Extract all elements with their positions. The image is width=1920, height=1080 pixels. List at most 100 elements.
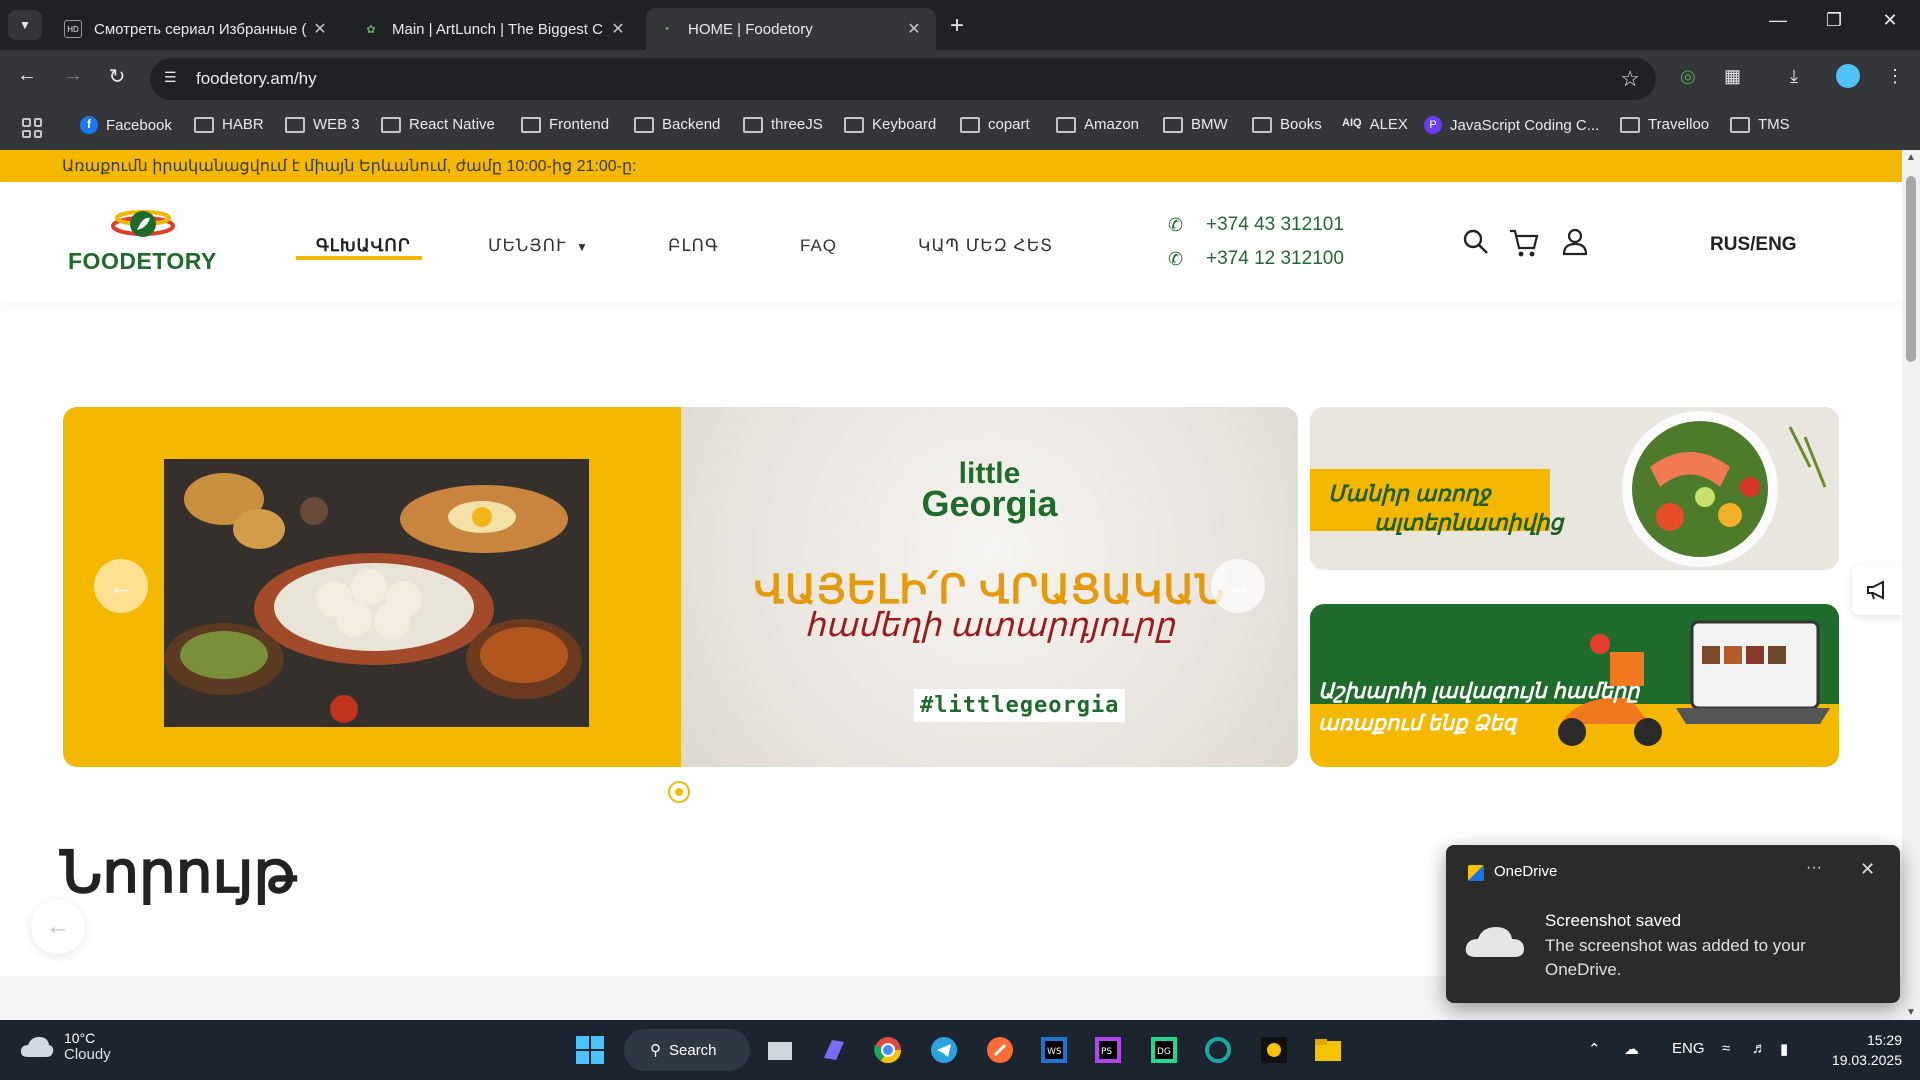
tab-serial[interactable]: HD Смотреть сериал Избранные ( ✕ bbox=[52, 8, 342, 50]
nav-blog[interactable]: ԲԼՈԳ bbox=[668, 236, 719, 256]
bookmark-alex[interactable]: AIQ ALEX bbox=[1342, 116, 1408, 133]
foodetory-logo[interactable]: FOODETORY bbox=[68, 204, 218, 274]
bookmark-travelloo[interactable]: Travelloo bbox=[1620, 116, 1709, 133]
extensions-puzzle-icon[interactable]: ▦ bbox=[1724, 66, 1741, 87]
georgian-food-photo bbox=[164, 459, 589, 727]
bookmark-amazon[interactable]: Amazon bbox=[1056, 116, 1139, 133]
taskbar-search[interactable]: ⚲ Search bbox=[624, 1029, 750, 1071]
bookmark-react-native[interactable]: React Native bbox=[381, 116, 495, 133]
slider-prev-button[interactable]: ← bbox=[94, 559, 148, 613]
onedrive-notification[interactable]: OneDrive ··· ✕ Screenshot saved The scre… bbox=[1446, 845, 1900, 1003]
bookmark-books[interactable]: Books bbox=[1252, 116, 1322, 133]
bookmark-bmw[interactable]: BMW bbox=[1163, 116, 1228, 133]
postman-icon[interactable] bbox=[982, 1032, 1018, 1068]
tab-foodetory[interactable]: • HOME | Foodetory ✕ bbox=[646, 8, 936, 50]
bookmark-star-icon[interactable]: ☆ bbox=[1620, 66, 1640, 92]
bookmark-label: copart bbox=[988, 116, 1030, 133]
slider-pagination-dot[interactable] bbox=[668, 781, 690, 803]
search-icon[interactable] bbox=[1462, 228, 1490, 261]
scroll-up-icon[interactable]: ▲ bbox=[1906, 152, 1916, 163]
announcement-side-tab[interactable] bbox=[1852, 565, 1902, 615]
tab-search-button[interactable]: ▼ bbox=[8, 10, 42, 40]
bookmark-javascript[interactable]: P JavaScript Coding C... bbox=[1424, 116, 1599, 134]
js-coding-icon: P bbox=[1424, 116, 1442, 134]
bookmark-label: Backend bbox=[662, 116, 721, 133]
onedrive-app-icon bbox=[1468, 865, 1484, 881]
bookmark-facebook[interactable]: f Facebook bbox=[80, 116, 172, 134]
phone-link-2[interactable]: ✆ +374 12 312100 bbox=[1168, 248, 1344, 270]
copilot-icon[interactable] bbox=[816, 1032, 852, 1068]
address-bar[interactable]: ☰ foodetory.am/hy ☆ bbox=[150, 58, 1656, 100]
task-view-icon[interactable] bbox=[762, 1032, 798, 1068]
nav-home[interactable]: ԳԼԽԱՎՈՐ bbox=[316, 236, 411, 256]
chrome-icon[interactable] bbox=[870, 1032, 906, 1068]
nav-contact[interactable]: ԿԱՊ ՄԵԶ ՀԵՏ bbox=[918, 236, 1053, 256]
hero-slider[interactable]: little Georgia ՎԱՅԵԼԻ՛Ր ՎՐԱՑԱԿԱՆ համեղի … bbox=[63, 407, 1298, 767]
bookmark-threejs[interactable]: threeJS bbox=[743, 116, 823, 133]
bookmark-keyboard[interactable]: Keyboard bbox=[844, 116, 936, 133]
folder-icon bbox=[743, 116, 763, 133]
scroll-down-icon[interactable]: ▼ bbox=[1906, 1007, 1916, 1018]
reload-button[interactable]: ↻ bbox=[102, 64, 132, 89]
promo-banner-delivery[interactable]: Աշխարհի լավագույն համերը առաքում ենք Ձեզ bbox=[1310, 604, 1839, 767]
bookmark-frontend[interactable]: Frontend bbox=[521, 116, 609, 133]
volume-icon[interactable]: ♬ bbox=[1752, 1040, 1767, 1057]
system-clock[interactable]: 15:29 19.03.2025 bbox=[1822, 1030, 1902, 1070]
tray-chevron-icon[interactable]: ⌃ bbox=[1588, 1040, 1601, 1058]
page-scrollbar[interactable]: ▲ ▼ bbox=[1902, 150, 1920, 1020]
windows-start-icon[interactable] bbox=[572, 1032, 608, 1068]
extension-icon[interactable]: ◎ bbox=[1680, 66, 1696, 87]
telegram-icon[interactable] bbox=[926, 1032, 962, 1068]
bookmark-web3[interactable]: WEB 3 bbox=[285, 116, 360, 133]
profile-avatar[interactable] bbox=[1836, 64, 1860, 88]
back-button[interactable]: ← bbox=[12, 64, 42, 87]
site-info-icon[interactable]: ☰ bbox=[164, 69, 177, 86]
tab-artlunch[interactable]: ✿ Main | ArtLunch | The Biggest C ✕ bbox=[350, 8, 640, 50]
bookmark-label: JavaScript Coding C... bbox=[1450, 116, 1600, 134]
logo-emblem-icon bbox=[111, 210, 175, 237]
minimize-button[interactable]: — bbox=[1758, 10, 1798, 31]
section-title-new: Նորույթ bbox=[60, 840, 297, 905]
webstorm-icon[interactable]: WS bbox=[1036, 1032, 1072, 1068]
file-explorer-icon[interactable] bbox=[1310, 1032, 1346, 1068]
language-switch[interactable]: RUS/ENG bbox=[1710, 234, 1797, 256]
onedrive-tray-icon[interactable]: ☁ bbox=[1624, 1040, 1639, 1058]
windows-taskbar: 10°C Cloudy ⚲ Search WS PS DG ⌃ ☁ ENG ≈ … bbox=[0, 1020, 1920, 1080]
nav-faq[interactable]: FAQ bbox=[800, 236, 837, 256]
close-tab-icon[interactable]: ✕ bbox=[310, 19, 330, 39]
battery-icon[interactable]: ▮ bbox=[1780, 1040, 1788, 1058]
apps-grid-icon[interactable] bbox=[22, 118, 42, 138]
bookmark-tms[interactable]: TMS bbox=[1730, 116, 1790, 133]
slider-next-button[interactable]: → bbox=[1211, 559, 1265, 613]
input-language[interactable]: ENG bbox=[1672, 1040, 1705, 1057]
download-icon[interactable]: ⤓ bbox=[1790, 66, 1798, 87]
scrollbar-thumb[interactable] bbox=[1906, 176, 1916, 362]
bookmark-habr[interactable]: HABR bbox=[194, 116, 264, 133]
close-window-button[interactable]: ✕ bbox=[1870, 10, 1910, 31]
close-tab-icon[interactable]: ✕ bbox=[904, 19, 924, 39]
carousel-prev-button[interactable]: ← bbox=[31, 900, 85, 954]
phpstorm-icon[interactable]: PS bbox=[1090, 1032, 1126, 1068]
bookmark-label: Books bbox=[1280, 116, 1322, 133]
edge-icon[interactable] bbox=[1200, 1032, 1236, 1068]
notification-close-icon[interactable]: ✕ bbox=[1860, 859, 1875, 880]
promo-banner-healthy[interactable]: Մանիր առողջ ալտերնատիվից bbox=[1310, 407, 1839, 570]
bookmark-backend[interactable]: Backend bbox=[634, 116, 720, 133]
bookmark-copart[interactable]: copart bbox=[960, 116, 1030, 133]
phone-link-1[interactable]: ✆ +374 43 312101 bbox=[1168, 214, 1344, 236]
new-tab-button[interactable]: + bbox=[950, 12, 964, 40]
bookmark-label: React Native bbox=[409, 116, 495, 133]
announcement-text: Առաքումն իրականացվում է միայն Երևանում, … bbox=[62, 158, 637, 175]
notification-more-icon[interactable]: ··· bbox=[1806, 859, 1822, 877]
weather-widget[interactable]: 10°C Cloudy bbox=[20, 1030, 111, 1063]
nav-menu[interactable]: ՄԵՆՅՈՒ ▼ bbox=[488, 236, 589, 256]
user-icon[interactable] bbox=[1562, 228, 1588, 261]
datagrip-icon[interactable]: DG bbox=[1146, 1032, 1182, 1068]
forward-button[interactable]: → bbox=[58, 64, 88, 87]
cart-icon[interactable] bbox=[1508, 228, 1540, 263]
wifi-icon[interactable]: ≈ bbox=[1722, 1040, 1730, 1057]
sunburst-app-icon[interactable] bbox=[1256, 1032, 1292, 1068]
close-tab-icon[interactable]: ✕ bbox=[608, 19, 628, 39]
restore-button[interactable]: ❐ bbox=[1814, 10, 1854, 31]
menu-kebab-icon[interactable]: ⋮ bbox=[1886, 66, 1904, 87]
